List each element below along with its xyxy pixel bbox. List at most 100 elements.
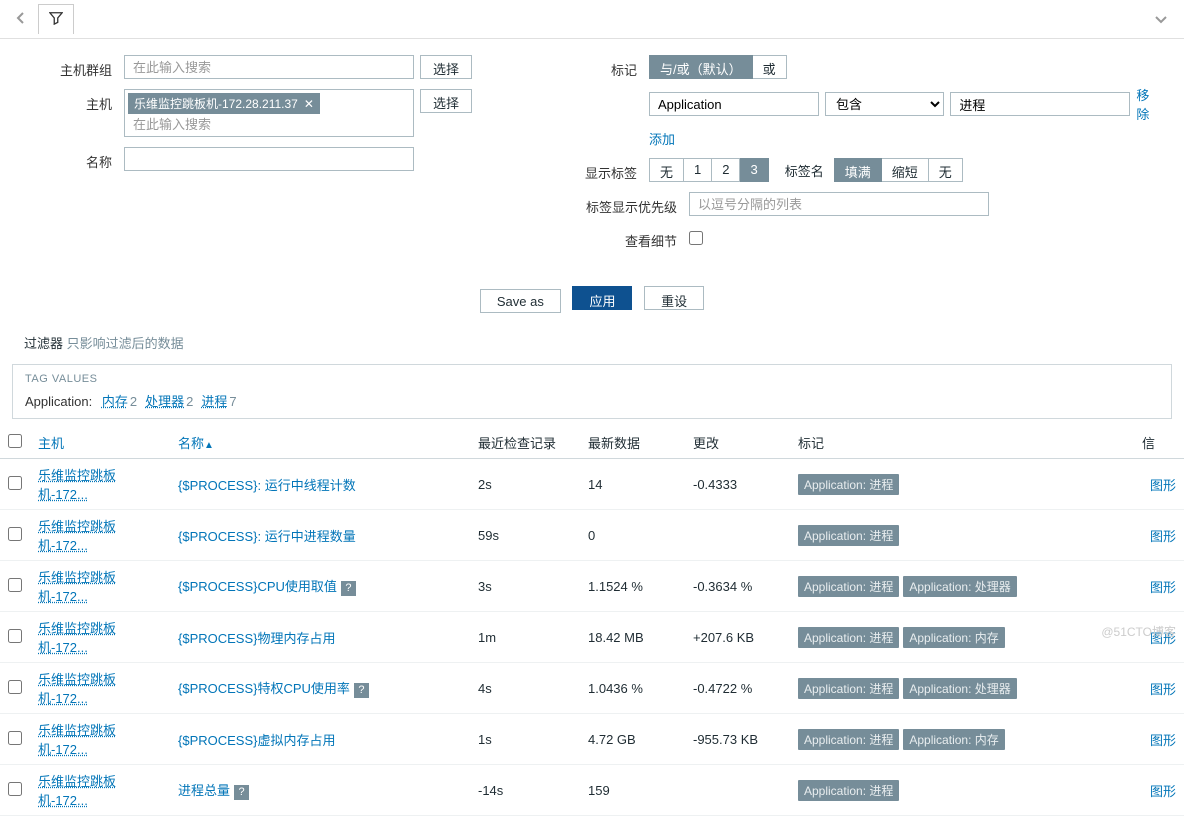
host-input[interactable]	[127, 115, 411, 134]
collapse-chevron-icon[interactable]	[1150, 8, 1172, 31]
watermark: @51CTO博客	[1101, 623, 1176, 640]
table-row: 乐维监控跳板机-172... {$PROCESS}: 运行中进程数量 59s 0…	[0, 510, 1184, 561]
graph-link[interactable]: 图形	[1150, 682, 1176, 697]
help-icon[interactable]: ?	[341, 581, 356, 596]
host-link[interactable]: 乐维监控跳板机-172...	[38, 468, 116, 502]
last-check-cell: 3s	[470, 561, 580, 612]
header-info: 信	[1134, 427, 1184, 459]
row-checkbox[interactable]	[8, 476, 22, 490]
table-row: 乐维监控跳板机-172... {$PROCESS}虚拟内存占用 1s 4.72 …	[0, 714, 1184, 765]
show-tags-none[interactable]: 无	[649, 158, 684, 182]
tag-name-none[interactable]: 无	[929, 158, 963, 182]
last-data-cell: 0	[580, 510, 685, 561]
last-data-cell: 1.0436 %	[580, 663, 685, 714]
item-name-link[interactable]: {$PROCESS}: 运行中线程计数	[178, 478, 356, 493]
tag-key-input[interactable]	[649, 92, 819, 116]
tag-values-box: TAG VALUES Application: 内存2处理器2进程7	[12, 364, 1172, 419]
tag-mode-andor[interactable]: 与/或（默认）	[649, 55, 753, 79]
row-checkbox[interactable]	[8, 578, 22, 592]
host-group-input[interactable]	[124, 55, 414, 79]
tag-badge: Application: 处理器	[903, 678, 1016, 699]
row-checkbox[interactable]	[8, 731, 22, 745]
last-check-cell: 1s	[470, 714, 580, 765]
host-link[interactable]: 乐维监控跳板机-172...	[38, 774, 116, 808]
tag-badge: Application: 进程	[798, 678, 899, 699]
table-row: 乐维监控跳板机-172... {$PROCESS}物理内存占用 1m 18.42…	[0, 612, 1184, 663]
tag-value-link[interactable]: 进程	[201, 394, 227, 409]
tag-name-full[interactable]: 填满	[834, 158, 882, 182]
last-data-cell: 18.42 MB	[580, 612, 685, 663]
tag-value-link[interactable]: 处理器	[145, 394, 184, 409]
tag-values-key: Application:	[25, 394, 92, 409]
add-tag-rule[interactable]: 添加	[649, 132, 675, 147]
last-data-cell: 4.72 GB	[580, 714, 685, 765]
tag-val-input[interactable]	[950, 92, 1130, 116]
show-tags-1[interactable]: 1	[684, 158, 712, 182]
change-cell: -955.73 KB	[685, 714, 790, 765]
tag-value-link[interactable]: 内存	[102, 394, 128, 409]
help-icon[interactable]: ?	[234, 785, 249, 800]
tag-mode-or[interactable]: 或	[753, 55, 787, 79]
graph-link[interactable]: 图形	[1150, 478, 1176, 493]
tag-badge: Application: 处理器	[903, 576, 1016, 597]
header-change: 更改	[685, 427, 790, 459]
change-cell: -0.4333	[685, 459, 790, 510]
item-name-link[interactable]: 进程总量	[178, 783, 230, 798]
graph-link[interactable]: 图形	[1150, 733, 1176, 748]
show-tags-3[interactable]: 3	[740, 158, 768, 182]
item-name-link[interactable]: {$PROCESS}物理内存占用	[178, 631, 336, 646]
row-checkbox[interactable]	[8, 629, 22, 643]
filter-tab[interactable]	[38, 4, 74, 34]
header-last-check: 最近检查记录	[470, 427, 580, 459]
save-as-button[interactable]: Save as	[480, 289, 561, 313]
name-input[interactable]	[124, 147, 414, 171]
help-icon[interactable]: ?	[354, 683, 369, 698]
host-label: 主机	[24, 89, 124, 113]
table-row: 乐维监控跳板机-172... {$PROCESS}: 运行中线程计数 2s 14…	[0, 459, 1184, 510]
select-all-checkbox[interactable]	[8, 434, 22, 448]
change-cell: +207.6 KB	[685, 612, 790, 663]
item-name-link[interactable]: {$PROCESS}虚拟内存占用	[178, 733, 336, 748]
host-link[interactable]: 乐维监控跳板机-172...	[38, 570, 116, 604]
priority-input[interactable]	[689, 192, 989, 216]
last-check-cell: 59s	[470, 510, 580, 561]
graph-link[interactable]: 图形	[1150, 784, 1176, 799]
tag-badge: Application: 内存	[903, 729, 1004, 750]
header-host[interactable]: 主机	[38, 436, 64, 451]
host-tag: 乐维监控跳板机-172.28.211.37✕	[128, 93, 320, 114]
item-name-link[interactable]: {$PROCESS}CPU使用取值	[178, 579, 337, 594]
tag-name-short[interactable]: 缩短	[882, 158, 929, 182]
back-chevron-icon[interactable]	[12, 7, 30, 32]
details-checkbox[interactable]	[689, 231, 703, 245]
row-checkbox[interactable]	[8, 527, 22, 541]
priority-label: 标签显示优先级	[569, 192, 689, 216]
header-name[interactable]: 名称▲	[178, 436, 214, 451]
apply-button[interactable]: 应用	[572, 286, 632, 310]
host-group-select-button[interactable]: 选择	[420, 55, 472, 79]
tag-op-select[interactable]: 包含	[825, 92, 944, 116]
host-multiselect[interactable]: 乐维监控跳板机-172.28.211.37✕	[124, 89, 414, 137]
host-link[interactable]: 乐维监控跳板机-172...	[38, 723, 116, 757]
show-tags-2[interactable]: 2	[712, 158, 740, 182]
host-link[interactable]: 乐维监控跳板机-172...	[38, 519, 116, 553]
host-link[interactable]: 乐维监控跳板机-172...	[38, 621, 116, 655]
tag-badge: Application: 进程	[798, 576, 899, 597]
remove-tag-rule[interactable]: 移除	[1136, 85, 1160, 123]
tag-values-title: TAG VALUES	[25, 373, 1159, 385]
filter-panel: 主机群组 选择 主机 乐维监控跳板机-172.28.211.37✕ 选择 名称	[0, 39, 1184, 276]
graph-link[interactable]: 图形	[1150, 580, 1176, 595]
host-link[interactable]: 乐维监控跳板机-172...	[38, 672, 116, 706]
details-label: 查看细节	[569, 226, 689, 250]
row-checkbox[interactable]	[8, 680, 22, 694]
funnel-icon	[49, 11, 63, 25]
item-name-link[interactable]: {$PROCESS}: 运行中进程数量	[178, 529, 356, 544]
sort-asc-icon: ▲	[204, 440, 214, 451]
graph-link[interactable]: 图形	[1150, 529, 1176, 544]
row-checkbox[interactable]	[8, 782, 22, 796]
remove-host-tag-icon[interactable]: ✕	[304, 97, 314, 111]
tag-badge: Application: 内存	[903, 627, 1004, 648]
reset-button[interactable]: 重设	[644, 286, 704, 310]
item-name-link[interactable]: {$PROCESS}特权CPU使用率	[178, 681, 350, 696]
filters-label: 过滤器	[24, 336, 63, 351]
host-select-button[interactable]: 选择	[420, 89, 472, 113]
